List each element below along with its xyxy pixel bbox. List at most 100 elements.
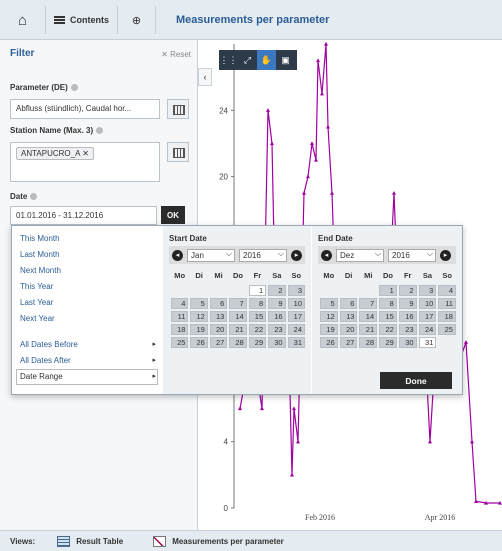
day-cell[interactable]: 29 (248, 337, 267, 348)
day-cell[interactable]: 28 (359, 337, 378, 348)
day-cell[interactable]: 11 (171, 311, 189, 322)
parameter-table-button[interactable] (167, 99, 189, 119)
day-cell[interactable]: 18 (438, 311, 456, 322)
quick-range-item[interactable]: Next Year (20, 314, 55, 323)
day-cell[interactable]: 27 (209, 337, 228, 348)
day-cell[interactable]: 31 (287, 337, 305, 348)
day-cell[interactable]: 18 (171, 324, 189, 335)
pan-tool-button[interactable]: ✋ (257, 50, 276, 70)
day-cell[interactable]: 1 (248, 285, 267, 296)
day-cell[interactable]: 17 (418, 311, 437, 322)
data-point (292, 406, 296, 411)
day-cell[interactable]: 4 (438, 285, 456, 296)
quick-range-item[interactable]: Last Month (20, 250, 60, 259)
weekday-header: Mo (323, 271, 335, 280)
day-cell[interactable]: 25 (438, 324, 456, 335)
grid-tool-button[interactable]: ⋮⋮ (219, 50, 238, 70)
quick-range-item[interactable]: This Month (20, 234, 60, 243)
day-cell[interactable]: 4 (171, 298, 189, 309)
day-cell[interactable]: 12 (190, 311, 208, 322)
day-cell[interactable]: 27 (339, 337, 358, 348)
prev-month-button[interactable]: ◂ (321, 249, 332, 261)
save-tool-button[interactable]: ▣ (276, 50, 295, 70)
day-cell[interactable]: 3 (418, 285, 437, 296)
day-cell[interactable]: 2 (268, 285, 286, 296)
next-month-button[interactable]: ▸ (291, 249, 302, 261)
day-cell[interactable]: 5 (190, 298, 208, 309)
day-cell[interactable]: 9 (268, 298, 286, 309)
day-cell[interactable]: 14 (229, 311, 247, 322)
day-cell[interactable]: 7 (359, 298, 378, 309)
home-button[interactable]: ⌂ (0, 6, 46, 34)
expand-tool-button[interactable]: ⤢ (238, 50, 257, 70)
day-cell[interactable]: 23 (268, 324, 286, 335)
day-cell[interactable]: 19 (320, 324, 338, 335)
day-cell[interactable]: 3 (287, 285, 305, 296)
day-cell[interactable]: 11 (438, 298, 456, 309)
start-year-select[interactable]: 2016 (239, 248, 287, 262)
prev-month-button[interactable]: ◂ (172, 249, 183, 261)
day-cell[interactable]: 13 (209, 311, 228, 322)
station-table-button[interactable] (167, 142, 189, 162)
day-cell[interactable]: 22 (248, 324, 267, 335)
date-ok-button[interactable]: OK (161, 206, 185, 224)
day-cell[interactable]: 1 (379, 285, 397, 296)
day-cell[interactable]: 20 (339, 324, 358, 335)
next-month-button[interactable]: ▸ (440, 249, 451, 261)
day-cell[interactable]: 30 (398, 337, 417, 348)
day-cell[interactable]: 21 (359, 324, 378, 335)
parameter-select[interactable]: Abfluss (stündlich), Caudal hor... (10, 99, 160, 119)
day-cell[interactable]: 21 (229, 324, 247, 335)
day-cell[interactable]: 8 (248, 298, 267, 309)
done-button[interactable]: Done (380, 372, 452, 389)
day-cell[interactable]: 24 (287, 324, 305, 335)
day-cell[interactable]: 8 (379, 298, 397, 309)
day-cell[interactable]: 6 (339, 298, 358, 309)
day-cell[interactable]: 29 (379, 337, 397, 348)
day-cell[interactable]: 13 (339, 311, 358, 322)
day-cell[interactable]: 26 (190, 337, 208, 348)
day-cell[interactable]: 20 (209, 324, 228, 335)
day-cell[interactable]: 19 (190, 324, 208, 335)
day-cell[interactable]: 15 (379, 311, 397, 322)
result-table-tab[interactable]: Result Table (76, 537, 123, 546)
quick-range-submenu[interactable]: Date Range (20, 372, 63, 381)
day-cell[interactable]: 28 (229, 337, 247, 348)
day-cell[interactable]: 22 (379, 324, 397, 335)
day-cell[interactable]: 31 (418, 337, 437, 348)
day-cell[interactable]: 25 (171, 337, 189, 348)
quick-range-item[interactable]: Next Month (20, 266, 61, 275)
reset-button[interactable]: ✕ Reset (161, 50, 191, 59)
day-cell[interactable]: 9 (398, 298, 417, 309)
day-cell[interactable]: 16 (268, 311, 286, 322)
day-cell[interactable]: 24 (418, 324, 437, 335)
day-cell[interactable]: 5 (320, 298, 338, 309)
quick-range-item[interactable]: Last Year (20, 298, 53, 307)
day-cell[interactable]: 7 (229, 298, 247, 309)
date-input[interactable]: 01.01.2016 - 31.12.2016 (10, 206, 157, 225)
day-cell[interactable]: 10 (418, 298, 437, 309)
measurements-tab[interactable]: Measurements per parameter (172, 537, 284, 546)
day-cell[interactable]: 16 (398, 311, 417, 322)
end-year-select[interactable]: 2016 (388, 248, 436, 262)
day-cell[interactable]: 12 (320, 311, 338, 322)
quick-range-submenu[interactable]: All Dates After (20, 356, 71, 365)
station-tag[interactable]: ANTAPUCRO_A ✕ (16, 147, 94, 160)
globe-button[interactable]: ⊕ (118, 6, 156, 34)
quick-range-submenu[interactable]: All Dates Before (20, 340, 78, 349)
collapse-panel-button[interactable]: ‹ (198, 68, 212, 86)
day-cell[interactable]: 30 (268, 337, 286, 348)
day-cell[interactable]: 23 (398, 324, 417, 335)
day-cell[interactable]: 15 (248, 311, 267, 322)
quick-range-item[interactable]: This Year (20, 282, 53, 291)
day-cell[interactable]: 2 (398, 285, 417, 296)
station-input[interactable]: ANTAPUCRO_A ✕ (10, 142, 160, 182)
day-cell[interactable]: 14 (359, 311, 378, 322)
end-month-select[interactable]: Dez (336, 248, 384, 262)
day-cell[interactable]: 6 (209, 298, 228, 309)
day-cell[interactable]: 26 (320, 337, 338, 348)
day-cell[interactable]: 17 (287, 311, 305, 322)
contents-button[interactable]: Contents (46, 6, 118, 34)
day-cell[interactable]: 10 (287, 298, 305, 309)
start-month-select[interactable]: Jan (187, 248, 235, 262)
